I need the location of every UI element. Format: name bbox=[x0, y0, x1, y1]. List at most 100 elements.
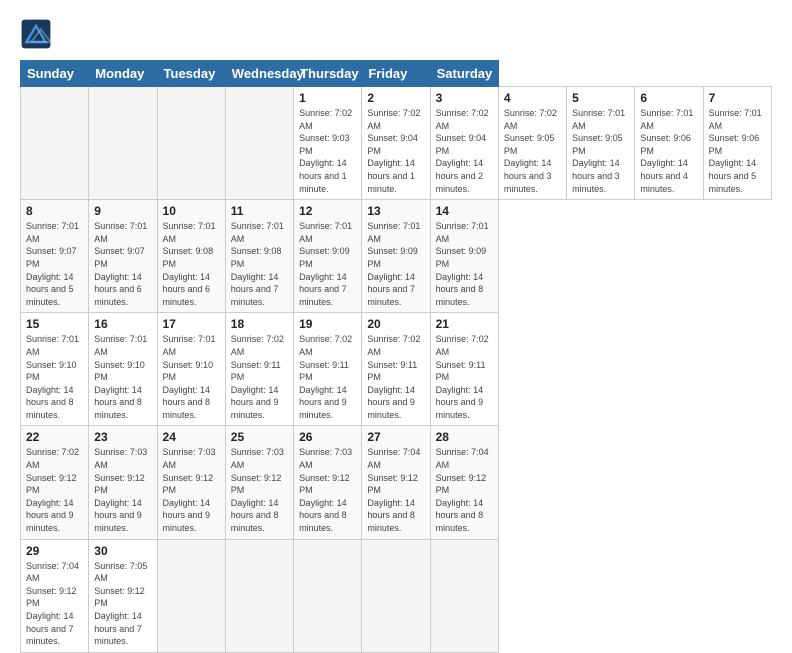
calendar-week-2: 15 Sunrise: 7:01 AMSunset: 9:10 PMDayligh… bbox=[21, 313, 772, 426]
day-number: 30 bbox=[94, 544, 151, 558]
day-number: 8 bbox=[26, 204, 83, 218]
day-info: Sunrise: 7:01 AMSunset: 9:07 PMDaylight:… bbox=[26, 220, 83, 308]
calendar-cell: 30 Sunrise: 7:05 AMSunset: 9:12 PMDayligh… bbox=[89, 539, 157, 652]
day-info: Sunrise: 7:01 AMSunset: 9:10 PMDaylight:… bbox=[94, 333, 151, 421]
calendar-header-monday: Monday bbox=[89, 61, 157, 87]
calendar-cell: 8 Sunrise: 7:01 AMSunset: 9:07 PMDaylight… bbox=[21, 200, 89, 313]
day-info: Sunrise: 7:01 AMSunset: 9:09 PMDaylight:… bbox=[367, 220, 424, 308]
logo-icon bbox=[20, 18, 52, 50]
day-number: 20 bbox=[367, 317, 424, 331]
day-info: Sunrise: 7:05 AMSunset: 9:12 PMDaylight:… bbox=[94, 560, 151, 648]
calendar-header-saturday: Saturday bbox=[430, 61, 498, 87]
day-number: 24 bbox=[163, 430, 220, 444]
calendar-cell: 14 Sunrise: 7:01 AMSunset: 9:09 PMDayligh… bbox=[430, 200, 498, 313]
day-number: 16 bbox=[94, 317, 151, 331]
day-info: Sunrise: 7:01 AMSunset: 9:08 PMDaylight:… bbox=[163, 220, 220, 308]
day-number: 28 bbox=[436, 430, 493, 444]
day-info: Sunrise: 7:02 AMSunset: 9:11 PMDaylight:… bbox=[299, 333, 356, 421]
calendar-cell: 19 Sunrise: 7:02 AMSunset: 9:11 PMDayligh… bbox=[294, 313, 362, 426]
day-info: Sunrise: 7:02 AMSunset: 9:11 PMDaylight:… bbox=[231, 333, 288, 421]
calendar-cell: 2 Sunrise: 7:02 AMSunset: 9:04 PMDaylight… bbox=[362, 87, 430, 200]
calendar-cell: 7Sunrise: 7:01 AMSunset: 9:06 PMDaylight… bbox=[703, 87, 771, 200]
day-number: 22 bbox=[26, 430, 83, 444]
calendar-week-3: 22 Sunrise: 7:02 AMSunset: 9:12 PMDayligh… bbox=[21, 426, 772, 539]
day-number: 9 bbox=[94, 204, 151, 218]
day-info: Sunrise: 7:01 AMSunset: 9:09 PMDaylight:… bbox=[436, 220, 493, 308]
calendar-cell: 18 Sunrise: 7:02 AMSunset: 9:11 PMDayligh… bbox=[225, 313, 293, 426]
calendar-cell: 15Sunrise: 7:01 AMSunset: 9:10 PMDayligh… bbox=[21, 313, 89, 426]
day-number: 1 bbox=[299, 91, 356, 105]
day-info: Sunrise: 7:02 AMSunset: 9:03 PMDaylight:… bbox=[299, 107, 356, 195]
calendar-cell: 3 Sunrise: 7:02 AMSunset: 9:04 PMDaylight… bbox=[430, 87, 498, 200]
day-info: Sunrise: 7:03 AMSunset: 9:12 PMDaylight:… bbox=[299, 446, 356, 534]
day-number: 27 bbox=[367, 430, 424, 444]
logo bbox=[20, 18, 56, 50]
calendar-cell: 10 Sunrise: 7:01 AMSunset: 9:08 PMDayligh… bbox=[157, 200, 225, 313]
calendar-cell: 11Sunrise: 7:01 AMSunset: 9:08 PMDayligh… bbox=[225, 200, 293, 313]
calendar-cell: 20 Sunrise: 7:02 AMSunset: 9:11 PMDayligh… bbox=[362, 313, 430, 426]
calendar-cell: 1 Sunrise: 7:02 AMSunset: 9:03 PMDaylight… bbox=[294, 87, 362, 200]
calendar-week-4: 29Sunrise: 7:04 AMSunset: 9:12 PMDayligh… bbox=[21, 539, 772, 652]
calendar-cell: 23 Sunrise: 7:03 AMSunset: 9:12 PMDayligh… bbox=[89, 426, 157, 539]
calendar-cell: 24 Sunrise: 7:03 AMSunset: 9:12 PMDayligh… bbox=[157, 426, 225, 539]
calendar-cell bbox=[21, 87, 89, 200]
day-number: 5 bbox=[572, 91, 629, 105]
calendar-cell: 16 Sunrise: 7:01 AMSunset: 9:10 PMDayligh… bbox=[89, 313, 157, 426]
day-info: Sunrise: 7:01 AMSunset: 9:06 PMDaylight:… bbox=[709, 107, 766, 195]
day-info: Sunrise: 7:01 AMSunset: 9:05 PMDaylight:… bbox=[572, 107, 629, 195]
calendar-header-thursday: Thursday bbox=[294, 61, 362, 87]
calendar-cell: 26 Sunrise: 7:03 AMSunset: 9:12 PMDayligh… bbox=[294, 426, 362, 539]
day-info: Sunrise: 7:01 AMSunset: 9:10 PMDaylight:… bbox=[163, 333, 220, 421]
calendar-cell: 5 Sunrise: 7:01 AMSunset: 9:05 PMDaylight… bbox=[567, 87, 635, 200]
page: SundayMondayTuesdayWednesdayThursdayFrid… bbox=[0, 0, 792, 612]
day-number: 4 bbox=[504, 91, 561, 105]
day-info: Sunrise: 7:01 AMSunset: 9:07 PMDaylight:… bbox=[94, 220, 151, 308]
day-info: Sunrise: 7:02 AMSunset: 9:04 PMDaylight:… bbox=[367, 107, 424, 195]
day-number: 25 bbox=[231, 430, 288, 444]
calendar-cell bbox=[157, 539, 225, 652]
day-info: Sunrise: 7:04 AMSunset: 9:12 PMDaylight:… bbox=[436, 446, 493, 534]
day-number: 19 bbox=[299, 317, 356, 331]
day-info: Sunrise: 7:03 AMSunset: 9:12 PMDaylight:… bbox=[231, 446, 288, 534]
calendar-cell: 28 Sunrise: 7:04 AMSunset: 9:12 PMDayligh… bbox=[430, 426, 498, 539]
calendar-week-0: 1 Sunrise: 7:02 AMSunset: 9:03 PMDaylight… bbox=[21, 87, 772, 200]
day-number: 15 bbox=[26, 317, 83, 331]
day-info: Sunrise: 7:01 AMSunset: 9:06 PMDaylight:… bbox=[640, 107, 697, 195]
day-info: Sunrise: 7:02 AMSunset: 9:12 PMDaylight:… bbox=[26, 446, 83, 534]
day-info: Sunrise: 7:01 AMSunset: 9:09 PMDaylight:… bbox=[299, 220, 356, 308]
calendar-cell: 4Sunrise: 7:02 AMSunset: 9:05 PMDaylight… bbox=[498, 87, 566, 200]
calendar-table: SundayMondayTuesdayWednesdayThursdayFrid… bbox=[20, 60, 772, 653]
calendar-cell bbox=[362, 539, 430, 652]
day-number: 2 bbox=[367, 91, 424, 105]
calendar-header-wednesday: Wednesday bbox=[225, 61, 293, 87]
calendar-cell: 21Sunrise: 7:02 AMSunset: 9:11 PMDayligh… bbox=[430, 313, 498, 426]
calendar-cell bbox=[430, 539, 498, 652]
calendar-cell: 27Sunrise: 7:04 AMSunset: 9:12 PMDayligh… bbox=[362, 426, 430, 539]
day-number: 10 bbox=[163, 204, 220, 218]
day-number: 14 bbox=[436, 204, 493, 218]
calendar-week-1: 8 Sunrise: 7:01 AMSunset: 9:07 PMDaylight… bbox=[21, 200, 772, 313]
calendar-cell: 12Sunrise: 7:01 AMSunset: 9:09 PMDayligh… bbox=[294, 200, 362, 313]
calendar-header-row: SundayMondayTuesdayWednesdayThursdayFrid… bbox=[21, 61, 772, 87]
day-info: Sunrise: 7:03 AMSunset: 9:12 PMDaylight:… bbox=[94, 446, 151, 534]
calendar-cell bbox=[294, 539, 362, 652]
calendar-cell: 22 Sunrise: 7:02 AMSunset: 9:12 PMDayligh… bbox=[21, 426, 89, 539]
day-number: 29 bbox=[26, 544, 83, 558]
day-number: 23 bbox=[94, 430, 151, 444]
day-info: Sunrise: 7:02 AMSunset: 9:04 PMDaylight:… bbox=[436, 107, 493, 195]
calendar-cell bbox=[225, 87, 293, 200]
day-number: 3 bbox=[436, 91, 493, 105]
day-number: 26 bbox=[299, 430, 356, 444]
day-info: Sunrise: 7:03 AMSunset: 9:12 PMDaylight:… bbox=[163, 446, 220, 534]
day-info: Sunrise: 7:02 AMSunset: 9:11 PMDaylight:… bbox=[367, 333, 424, 421]
day-number: 13 bbox=[367, 204, 424, 218]
day-info: Sunrise: 7:02 AMSunset: 9:11 PMDaylight:… bbox=[436, 333, 493, 421]
calendar-cell: 13 Sunrise: 7:01 AMSunset: 9:09 PMDayligh… bbox=[362, 200, 430, 313]
day-number: 6 bbox=[640, 91, 697, 105]
calendar-header-tuesday: Tuesday bbox=[157, 61, 225, 87]
day-number: 18 bbox=[231, 317, 288, 331]
calendar-header-friday: Friday bbox=[362, 61, 430, 87]
calendar-cell: 29Sunrise: 7:04 AMSunset: 9:12 PMDayligh… bbox=[21, 539, 89, 652]
calendar-cell: 6 Sunrise: 7:01 AMSunset: 9:06 PMDaylight… bbox=[635, 87, 703, 200]
day-number: 17 bbox=[163, 317, 220, 331]
